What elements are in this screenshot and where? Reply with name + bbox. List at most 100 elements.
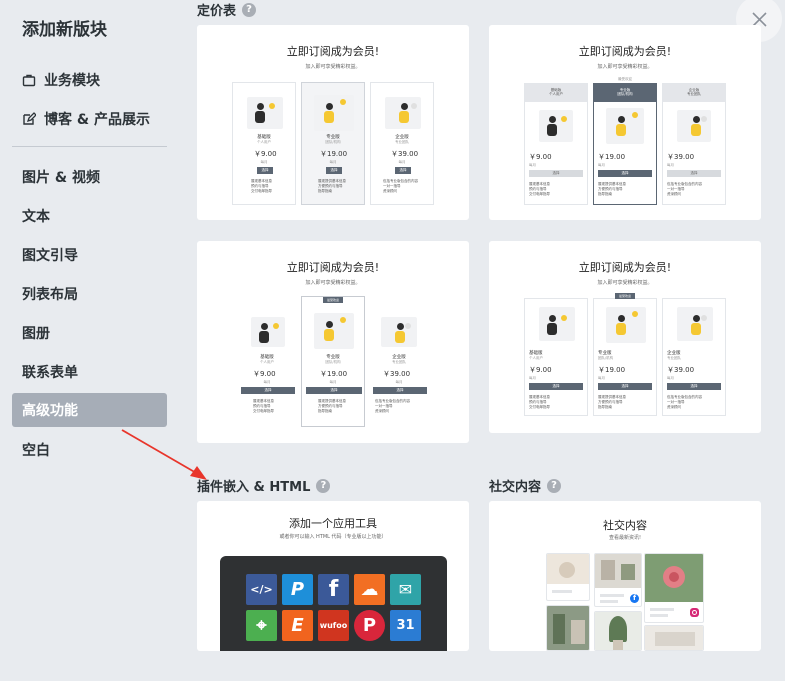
pricing-template-3[interactable]: 立即订阅成为会员! 加入即可享受精彩权益。 基础版 个人用户 ￥9.00 每月 … (197, 241, 469, 443)
plan-features: 包括专业版包含的内容 一对一指导 资深顾问 (667, 182, 702, 196)
plan-illustration (539, 110, 573, 142)
plan-price: ￥19.00 (598, 366, 626, 374)
plan-price: ￥9.00 (529, 153, 552, 161)
soundcloud-icon: ☁ (354, 574, 385, 605)
pricing-template-1[interactable]: 立即订阅成为会员! 加入即可享受精彩权益。 基础版 个人用户 ￥9.00 每月 … (197, 25, 469, 220)
card-title: 社交内容 (603, 519, 647, 532)
sidebar-item-label: 高级功能 (22, 403, 78, 419)
plan-period: 每月 (667, 163, 674, 167)
plan-period: 每月 (260, 160, 268, 164)
plan-pro: 最受欢迎 专业版 团队/机构 ￥19.00 每月 选择 展现提供基本信息 方便预… (301, 296, 365, 427)
card-subtitle: 加入即可享受精彩权益。 (305, 280, 361, 286)
sidebar-item-gallery[interactable]: 图册 (12, 316, 167, 350)
help-icon[interactable]: ? (316, 478, 331, 493)
sidebar-item-advanced[interactable]: 高级功能 (12, 393, 167, 427)
featured-badge: 最受欢迎 (615, 293, 635, 299)
facebook-icon: f (318, 574, 349, 605)
plan-select-button: 选择 (326, 167, 342, 174)
sidebar-item-label: 图片 & 视频 (22, 170, 100, 186)
plan-price: ￥39.00 (391, 150, 419, 158)
plan-illustration (314, 95, 354, 131)
plan-desc: 专业团队 (667, 356, 681, 360)
plan-desc: 个人用户 (549, 92, 563, 96)
edit-icon (22, 112, 37, 126)
plan-select-button: 选择 (373, 387, 427, 394)
plan-illustration (606, 108, 644, 144)
post-text-line (552, 590, 572, 593)
post-text-line (600, 594, 624, 597)
plan-features: 展现基本信息 预约与指导 交付电邮指导 (251, 179, 272, 193)
sidebar-item-text[interactable]: 文本 (12, 199, 167, 233)
sidebar-item-guide[interactable]: 图文引导 (12, 238, 167, 272)
post-text-line (650, 614, 668, 617)
plan-desc: 团队/机构 (325, 140, 341, 144)
embed-template[interactable]: 添加一个应用工具 或者你可以输入 HTML 代码（专业版以上功能） </> P … (197, 501, 469, 651)
plan-features: 展现基本信息 预约与指导 交付电邮指导 (529, 182, 550, 196)
plan-desc: 专业团队 (687, 92, 701, 96)
post-text-line (600, 600, 618, 603)
plan-illustration (606, 307, 646, 343)
plan-illustration (677, 307, 713, 341)
paypal-icon: P (282, 574, 313, 605)
sidebar-item-label: 列表布局 (22, 287, 78, 303)
section-title-text: 定价表 (197, 4, 237, 19)
plan-select-button: 选择 (529, 383, 583, 390)
social-post (546, 553, 590, 601)
pricing-template-2[interactable]: 立即订阅成为会员! 加入即可享受精彩权益。 最受欢迎 基础版 个人用户 ￥9.00… (489, 25, 761, 220)
sidebar-item-contact[interactable]: 联系表单 (12, 355, 167, 389)
plan-illustration (247, 97, 283, 129)
sidebar-item-label: 联系表单 (22, 365, 78, 381)
plan-period: 每月 (398, 160, 406, 164)
plan-desc: 团队/机构 (325, 360, 341, 364)
plan-period: 每月 (598, 376, 605, 380)
sidebar-item-blog[interactable]: 博客 & 产品展示 (12, 102, 167, 136)
plan-desc: 个人用户 (529, 356, 543, 360)
sidebar-item-media[interactable]: 图片 & 视频 (12, 160, 167, 194)
plan-period: 每月 (329, 160, 337, 164)
sidebar-item-business[interactable]: 业务模块 (12, 63, 167, 97)
plan-price: ￥19.00 (320, 370, 348, 378)
wufoo-icon: wufoo (318, 610, 349, 641)
pinterest-icon: P (354, 610, 385, 641)
facebook-icon: f (630, 594, 639, 603)
plan-price: ￥19.00 (320, 150, 348, 158)
plan-desc: 团队/机构 (598, 356, 614, 360)
plan-basic: 基础版 个人用户 ￥9.00 每月 选择 展现基本信息 预约与指导 交付电邮指导 (237, 303, 297, 423)
plan-select-button: 选择 (395, 167, 411, 174)
post-image (645, 626, 703, 650)
social-template[interactable]: 社交内容 查看最新资讯! f (489, 501, 761, 651)
help-icon[interactable]: ? (547, 478, 562, 493)
pricing-template-4[interactable]: 立即订阅成为会员! 加入即可享受精彩权益。 基础版 个人用户 ￥9.00 每月 … (489, 241, 761, 433)
sidebar: 添加新版块 业务模块 博客 & 产品展示 图片 & 视频 文本 图文引导 列表布… (0, 0, 180, 681)
sidebar-item-label: 空白 (22, 443, 50, 459)
sidebar-item-list[interactable]: 列表布局 (12, 277, 167, 311)
card-title: 立即订阅成为会员! (286, 45, 380, 58)
plan-select-button: 选择 (667, 170, 721, 177)
help-icon[interactable]: ? (242, 2, 257, 17)
plan-basic: 基础版 个人用户 ￥9.00 每月 选择 展现基本信息 预约与指导 交付电邮指导 (232, 82, 296, 205)
featured-badge: 最受欢迎 (323, 297, 343, 303)
sidebar-item-label: 博客 & 产品展示 (44, 112, 150, 128)
plan-select-button: 选择 (306, 387, 362, 394)
section-title-text: 社交内容 (489, 480, 542, 495)
plan-period: 每月 (395, 380, 403, 384)
plan-desc: 个人用户 (257, 140, 271, 144)
plan-features: 包括专业版包含的内容 一对一指导 资深顾问 (375, 399, 410, 413)
plan-features: 展现提供基本信息 方便预约与指导 指导指南 (598, 182, 626, 196)
plan-header: 企业版 专业团队 (663, 84, 725, 102)
plan-price: ￥9.00 (529, 366, 552, 374)
section-title-embed: 插件嵌入 & HTML ? (197, 476, 331, 495)
section-title-social: 社交内容 ? (489, 476, 562, 495)
plan-period: 每月 (598, 163, 605, 167)
plan-price: ￥39.00 (667, 153, 695, 161)
plan-pro: 最受欢迎 专业版 团队/机构 ￥19.00 每月 选择 展现提供基本信息 方便预… (593, 293, 657, 416)
plan-period: 每月 (529, 163, 536, 167)
plan-illustration (539, 307, 575, 341)
post-text-line (650, 608, 674, 611)
plan-basic: 基础版 个人用户 ￥9.00 每月 选择 展现基本信息 预约与指导 交付电邮指导 (524, 298, 588, 416)
plan-illustration (385, 97, 421, 129)
card-title: 立即订阅成为会员! (286, 261, 380, 274)
app-grid-panel: </> P f ☁ ✉ ⌖ E wufoo P 31 (220, 556, 447, 651)
plan-illustration (677, 110, 711, 142)
plan-period: 每月 (263, 380, 271, 384)
